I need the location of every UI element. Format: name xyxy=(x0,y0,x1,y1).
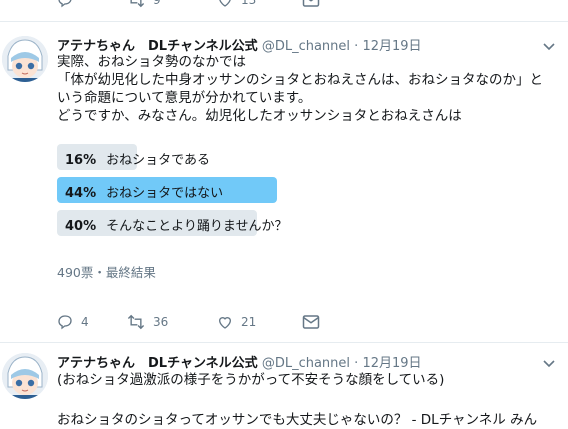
poll-percent: 40% xyxy=(65,219,97,234)
tweet-line xyxy=(57,389,565,407)
like-button[interactable]: 13 xyxy=(217,0,302,8)
tweet-line: おねショタのショタってオッサンでも大丈夫じゃないの？ - DLチャンネル みん xyxy=(57,412,538,428)
like-count: 13 xyxy=(241,0,257,7)
chevron-down-icon[interactable] xyxy=(542,39,556,53)
poll-option-label: おねショタではない xyxy=(106,186,224,201)
display-name[interactable]: アテナちゃん DLチャンネル公式 xyxy=(57,356,258,371)
retweet-icon xyxy=(127,314,145,330)
tweet-header: アテナちゃん DLチャンネル公式 @DL_channel · 12月19日 xyxy=(57,352,422,371)
top-action-row: 9 13 xyxy=(57,0,320,8)
poll-option-label-wrap: 44% おねショタではない xyxy=(65,182,223,201)
user-handle[interactable]: @DL_channel xyxy=(262,39,350,54)
poll-option-label-wrap: 16% おねショタである xyxy=(65,149,210,168)
poll-option: 40% そんなことより踊りませんか？ xyxy=(57,210,287,236)
envelope-icon xyxy=(302,315,320,329)
tweet-line: (おねショタ過激派の様子をうかがって不安そうな顔をしている) xyxy=(57,372,445,388)
like-count: 21 xyxy=(241,315,257,329)
display-name[interactable]: アテナちゃん DLチャンネル公式 xyxy=(57,39,258,54)
tweet-line: 実際、おねショタ勢のなかでは xyxy=(57,54,246,70)
retweet-button[interactable]: 36 xyxy=(127,314,217,330)
tweet-line: いう命題について意見が分かれています。 xyxy=(57,90,312,106)
poll-percent: 16% xyxy=(65,153,97,168)
retweet-icon xyxy=(130,0,145,8)
heart-icon xyxy=(219,0,231,7)
poll-option: 16% おねショタである xyxy=(57,144,277,170)
poll-meta: 490票・最終結果 xyxy=(57,265,156,280)
user-handle[interactable]: @DL_channel xyxy=(262,356,350,371)
dm-button[interactable] xyxy=(302,314,320,330)
tweet-text: (おねショタ過激派の様子をうかがって不安そうな顔をしている) おねショタのショタ… xyxy=(57,371,565,429)
tweet-line: どうですか、みなさん。幼児化したオッサンショタとおねえさんは xyxy=(57,108,462,124)
avatar-image xyxy=(2,36,48,82)
retweet-button[interactable]: 9 xyxy=(127,0,217,8)
tweet-line: 「体が幼児化した中身オッサンのショタとおねえさんは、おねショタなのか」と xyxy=(57,72,543,88)
reply-button[interactable] xyxy=(57,0,127,8)
poll-option-label: おねショタである xyxy=(106,153,210,168)
dm-button[interactable] xyxy=(302,0,320,8)
reply-button[interactable]: 4 xyxy=(57,314,127,330)
poll-option-label: そんなことより踊りませんか？ xyxy=(106,219,288,234)
retweet-count: 36 xyxy=(153,315,169,329)
poll-option-label-wrap: 40% そんなことより踊りませんか？ xyxy=(65,215,287,234)
heart-icon xyxy=(218,317,232,329)
tweet[interactable]: アテナちゃん DLチャンネル公式 @DL_channel · 12月19日 実際… xyxy=(0,22,568,344)
envelope-icon xyxy=(302,0,320,7)
chevron-down-icon[interactable] xyxy=(542,356,556,370)
tweet-text: 実際、おねショタ勢のなかでは 「体が幼児化した中身オッサンのショタとおねえさんは… xyxy=(57,53,565,125)
avatar-image xyxy=(2,353,48,399)
separator-dot: · xyxy=(354,356,359,371)
avatar[interactable] xyxy=(2,36,48,82)
reply-count: 4 xyxy=(81,315,89,329)
avatar[interactable] xyxy=(2,353,48,399)
retweet-count: 9 xyxy=(153,0,161,7)
separator-dot: · xyxy=(354,39,359,54)
tweet-action-row: 4 36 21 xyxy=(57,314,320,330)
tweet[interactable]: アテナちゃん DLチャンネル公式 @DL_channel · 12月19日 (お… xyxy=(0,343,568,429)
poll-option: 44% おねショタではない xyxy=(57,177,277,203)
timestamp[interactable]: 12月19日 xyxy=(362,39,421,54)
reply-icon xyxy=(58,315,72,330)
timestamp[interactable]: 12月19日 xyxy=(362,356,421,371)
tweet-header: アテナちゃん DLチャンネル公式 @DL_channel · 12月19日 xyxy=(57,35,422,54)
like-button[interactable]: 21 xyxy=(217,314,302,330)
reply-icon xyxy=(58,0,72,8)
poll-percent: 44% xyxy=(65,186,97,201)
